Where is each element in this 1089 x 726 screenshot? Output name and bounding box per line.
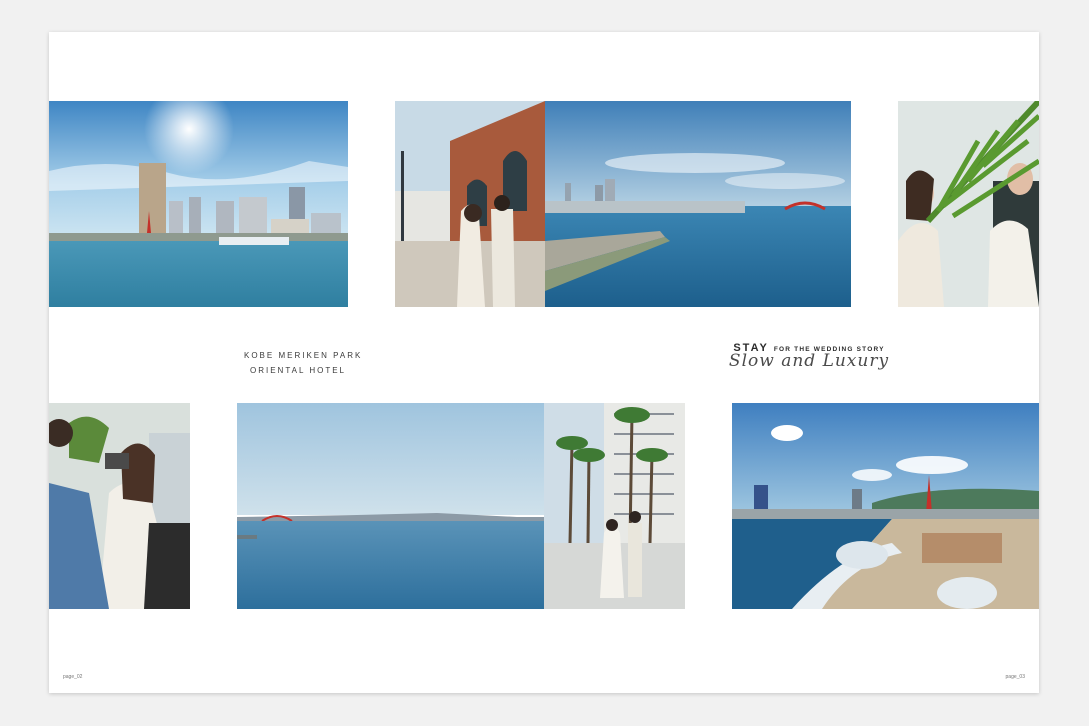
photo-couple-palm-walk	[544, 403, 685, 609]
photo-kobe-skyline	[49, 101, 348, 307]
photo-woman-with-camera	[49, 403, 190, 609]
photo-calm-sea	[237, 403, 544, 609]
location-line-1: KOBE MERIKEN PARK	[244, 351, 363, 360]
page-number-right: page_03	[1005, 674, 1025, 680]
location-line-2: ORIENTAL HOTEL	[249, 366, 346, 375]
photo-harbor-aerial	[545, 101, 851, 307]
brochure-spread: KOBE MERIKEN PARK ORIENTAL HOTEL STAY FOR…	[49, 32, 1039, 693]
photo-couple-brick-street	[395, 101, 545, 307]
stay-script-line: Slow and Luxury	[728, 351, 890, 371]
location-caption: KOBE MERIKEN PARK ORIENTAL HOTEL	[244, 348, 363, 378]
photo-couple-palm-leaf	[898, 101, 1039, 307]
photo-port-tower-aerial	[732, 403, 1039, 609]
stay-title-block: STAY FOR THE WEDDING STORY Slow and Luxur…	[709, 338, 909, 388]
page-number-left: page_02	[63, 674, 83, 680]
